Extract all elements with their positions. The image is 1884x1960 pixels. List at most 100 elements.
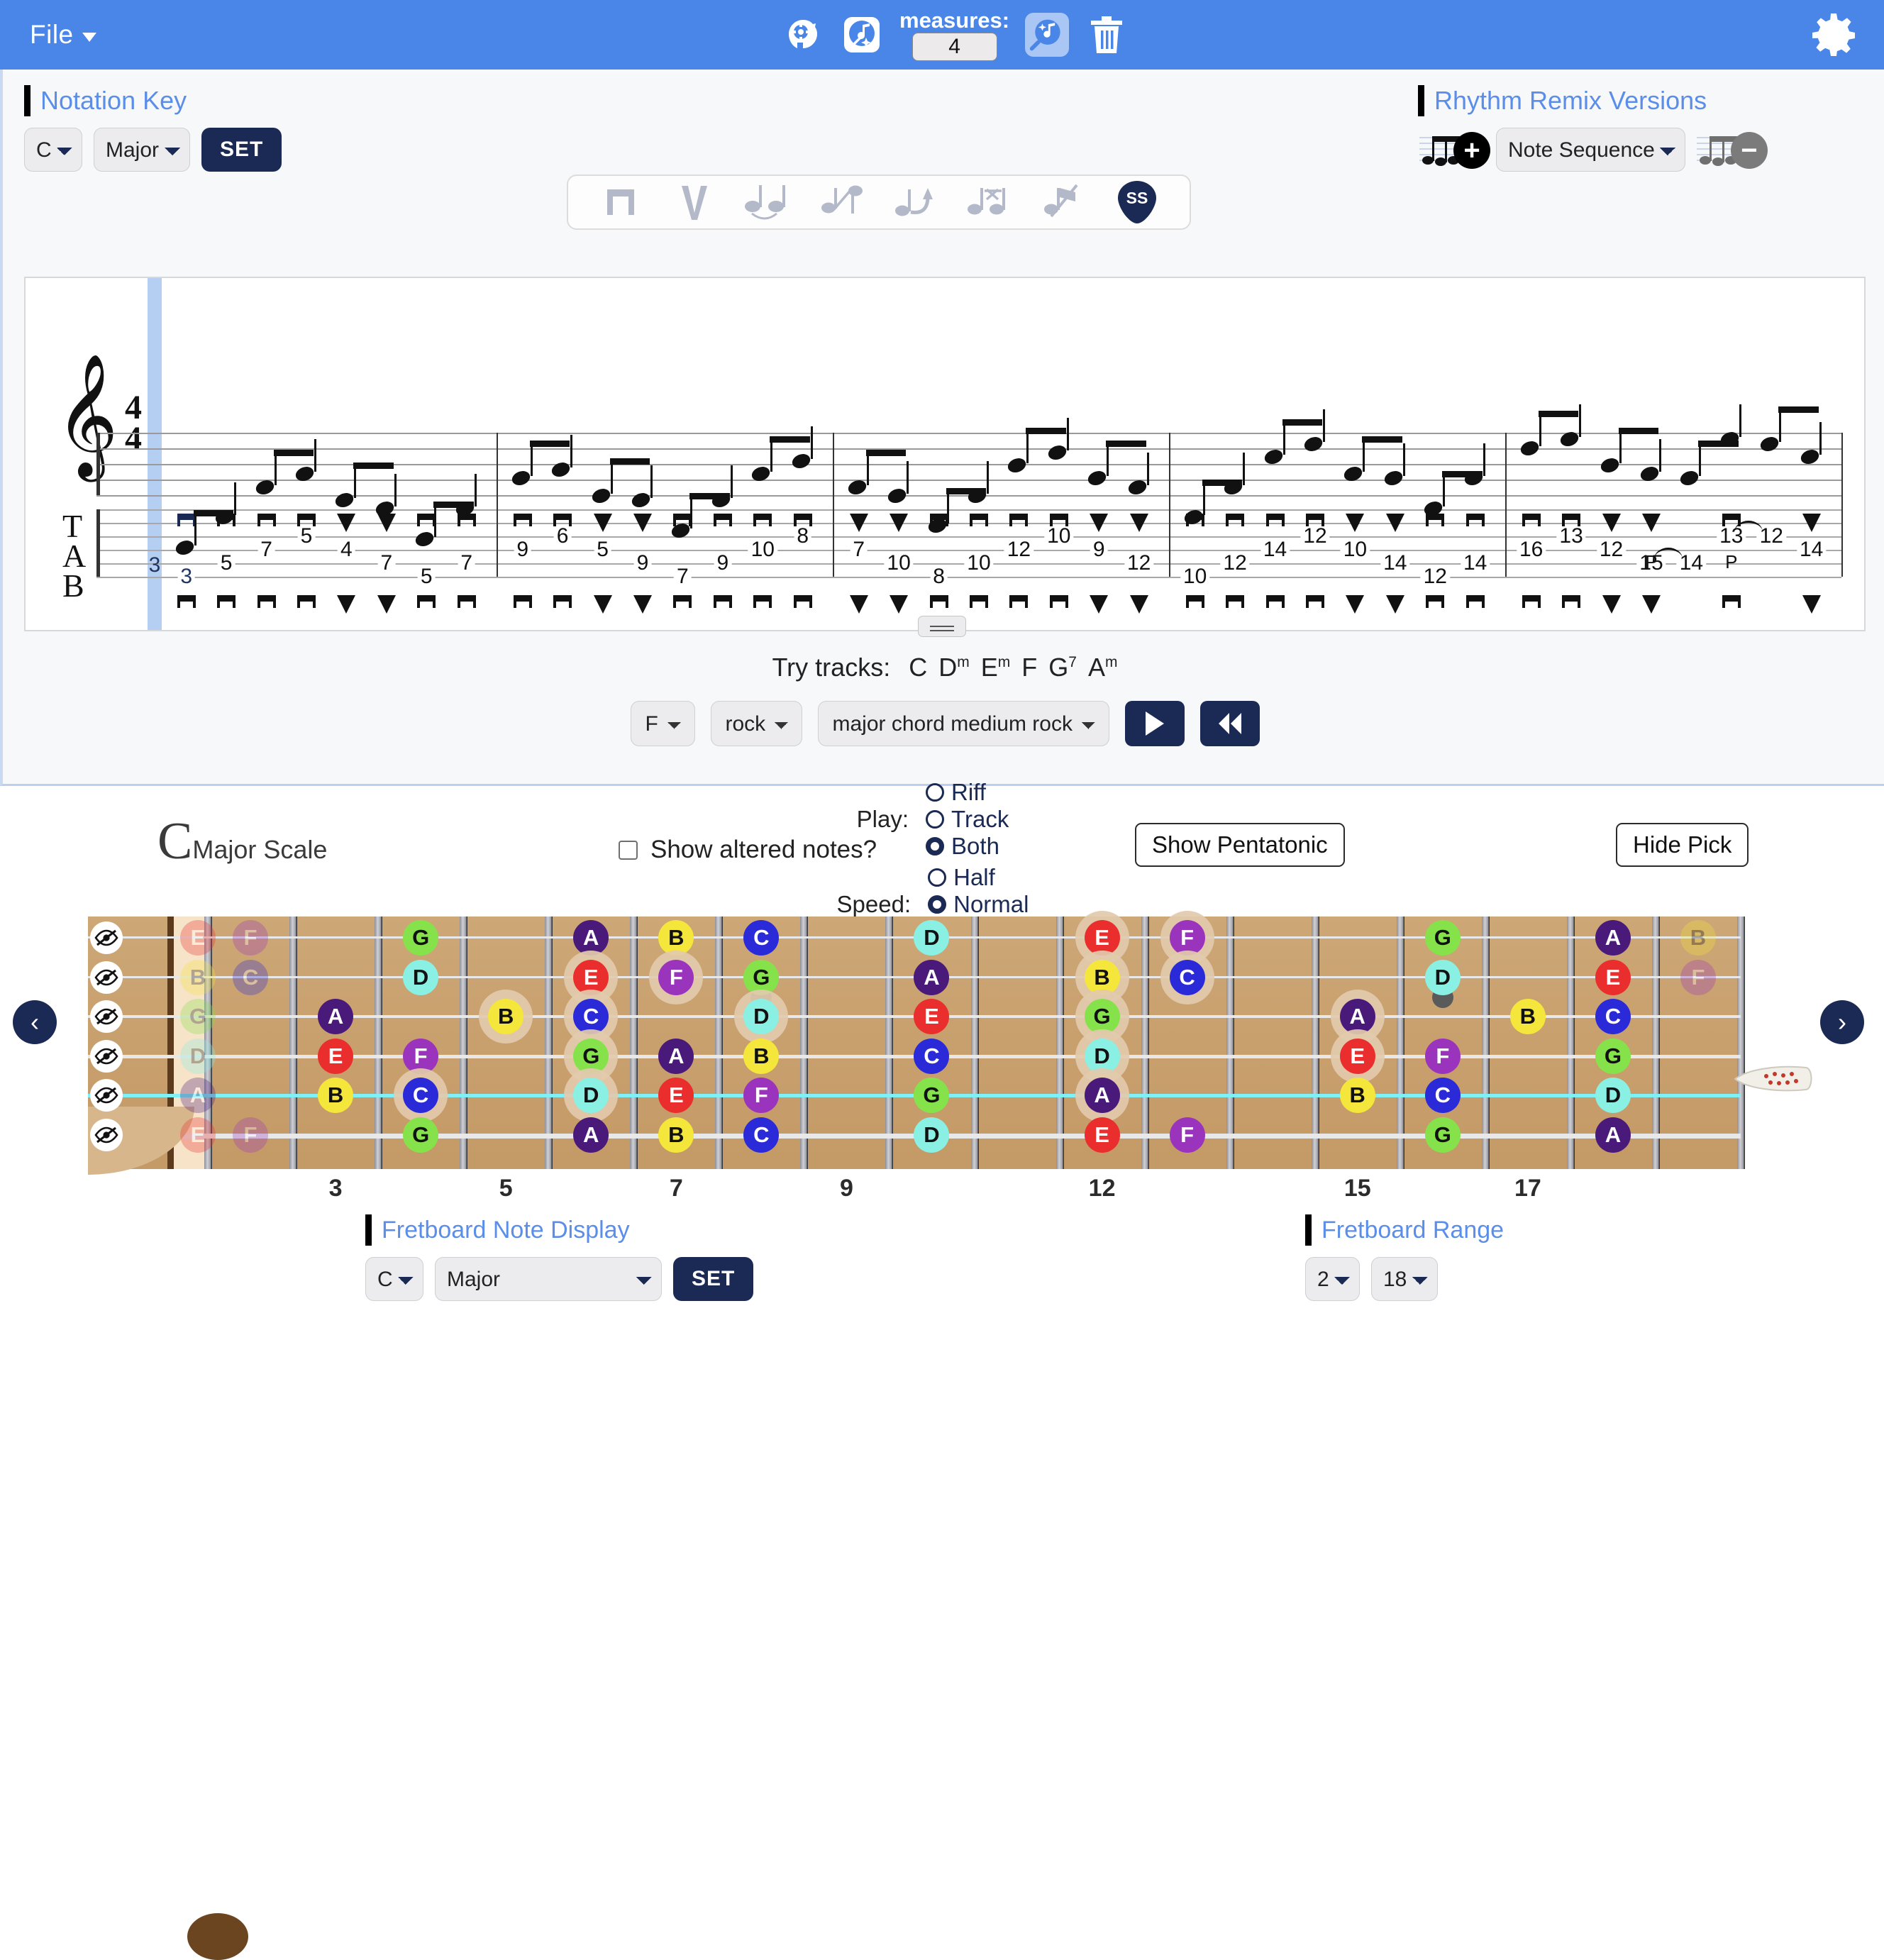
trash-icon[interactable] [1085,13,1129,57]
fret-note-A-s0-f18[interactable]: A [1595,920,1631,956]
tie-slur-icon[interactable] [742,180,794,224]
show-altered-notes-checkbox[interactable] [619,840,638,860]
fret-note-B-s4-f3[interactable]: B [318,1078,354,1113]
downstroke-icon[interactable] [594,180,647,224]
tab-number[interactable]: 14 [1260,538,1290,562]
play-option-2[interactable]: Both [926,833,1009,860]
tab-number[interactable]: 5 [297,524,316,548]
tab-number[interactable]: 14 [1380,551,1410,575]
fret-note-G-s3-f6[interactable]: G [573,1038,609,1074]
rewind-button[interactable] [1199,701,1260,746]
magic-wand-music-icon[interactable] [840,13,884,57]
radio-icon[interactable] [928,895,947,914]
fret-note-D-s1-f4[interactable]: D [403,959,439,995]
fret-note-B-s2-f5[interactable]: B [488,999,524,1034]
fret-note-B-s5-f7[interactable]: B [658,1117,694,1153]
fret-note-E-s0-f12[interactable]: E [1084,920,1120,956]
tab-number[interactable]: 12 [1596,538,1627,562]
play-option-0[interactable]: Riff [926,779,1009,806]
fret-note-D-s2-f8[interactable]: D [743,999,780,1034]
tab-number[interactable]: 4 [338,538,355,562]
tab-number[interactable]: 10 [1044,524,1074,548]
fret-note-A-s2-f15[interactable]: A [1339,999,1375,1034]
tab-number[interactable]: 5 [217,551,236,575]
fret-note-A-s3-f7[interactable]: A [658,1038,694,1074]
fret-note-A-s5-f18[interactable]: A [1595,1117,1631,1153]
fret-note-F-s1-f7[interactable]: F [658,959,694,995]
tab-number[interactable]: 7 [377,551,396,575]
tab-number[interactable]: 9 [514,538,532,562]
string-mute-toggle-2[interactable] [90,1000,123,1033]
fret-note-F-s5-f2[interactable]: F [233,1117,269,1153]
fret-note-A-s5-f6[interactable]: A [573,1117,609,1153]
tab-number[interactable]: 9 [714,551,732,575]
fret-note-E-s1-f18[interactable]: E [1595,959,1631,995]
fret-note-D-s0-f10[interactable]: D [914,920,950,956]
fret-note-E-s3-f3[interactable]: E [318,1038,354,1074]
fret-note-F-s0-f13[interactable]: F [1169,920,1205,956]
add-remix-version-button[interactable]: + [1418,129,1490,170]
fret-note-F-s1-f19[interactable]: F [1680,959,1716,995]
fret-note-G-s2-f1[interactable]: G [180,999,216,1034]
fret-note-G-s4-f10[interactable]: G [914,1078,950,1113]
show-pentatonic-button[interactable]: Show Pentatonic [1135,823,1345,867]
fret-note-C-s1-f2[interactable]: C [233,959,269,995]
chord-link[interactable]: Em [981,653,1011,682]
tab-number[interactable]: 3 [177,565,196,589]
string-mute-toggle-0[interactable] [90,921,123,954]
fret-note-D-s3-f12[interactable]: D [1084,1038,1120,1074]
string-mute-toggle-1[interactable] [90,960,123,994]
chord-link[interactable]: G7 [1048,653,1077,682]
tab-number[interactable]: 12 [1124,551,1154,575]
fret-note-G-s0-f16[interactable]: G [1424,920,1461,956]
tab-number[interactable]: 10 [964,551,994,575]
measures-input[interactable] [911,32,997,61]
fret-note-F-s0-f2[interactable]: F [233,920,269,956]
playback-genre-select[interactable]: rock [710,701,802,746]
speed-option-0[interactable]: Half [928,864,1029,891]
play-option-1[interactable]: Track [926,806,1009,833]
tab-number[interactable]: 10 [748,538,777,562]
fret-note-B-s0-f19[interactable]: B [1680,920,1716,956]
fret-note-C-s2-f18[interactable]: C [1595,999,1631,1034]
chord-link[interactable]: C [909,653,927,682]
music-search-icon[interactable] [1025,13,1070,57]
tab-number[interactable]: 10 [1180,565,1210,589]
fret-note-G-s3-f18[interactable]: G [1595,1038,1631,1074]
fret-note-C-s1-f13[interactable]: C [1169,959,1205,995]
string-mute-toggle-4[interactable] [90,1079,123,1112]
remix-version-select[interactable]: Note Sequence [1496,128,1685,172]
tab-number[interactable]: 8 [794,524,812,548]
fret-note-B-s2-f17[interactable]: B [1509,999,1546,1034]
tab-number[interactable]: 5 [417,565,436,589]
tab-number[interactable]: 7 [850,538,868,562]
fret-note-E-s5-f12[interactable]: E [1084,1117,1120,1153]
fret-note-G-s2-f12[interactable]: G [1084,999,1120,1034]
tab-number[interactable]: 14 [1460,551,1490,575]
fret-note-F-s5-f13[interactable]: F [1169,1117,1205,1153]
fret-note-B-s4-f15[interactable]: B [1339,1078,1375,1113]
playhead-cursor[interactable] [148,278,162,630]
settings-gear-icon[interactable] [1810,11,1857,58]
fret-note-C-s5-f8[interactable]: C [743,1117,780,1153]
fret-note-D-s4-f18[interactable]: D [1595,1078,1631,1113]
fret-note-A-s0-f6[interactable]: A [573,920,609,956]
mute-x-icon[interactable] [963,180,1016,224]
tab-number[interactable]: 9 [1090,538,1108,562]
tab-number[interactable]: 9 [633,551,652,575]
show-altered-notes-control[interactable]: Show altered notes? [619,836,877,864]
fret-note-E-s0-f1[interactable]: E [180,920,216,956]
guitar-pick-icon[interactable] [1732,1063,1814,1095]
fretboard[interactable]: EBGDAEFCFAEBGDFCGBAECGDABFAEBCGDBFCDAECG… [88,917,1745,1960]
tab-number[interactable]: 6 [553,524,572,548]
fb-range-to-select[interactable]: 18 [1371,1257,1438,1301]
speed-option-1[interactable]: Normal [928,891,1029,918]
radio-icon[interactable] [926,810,945,829]
tab-number[interactable]: 12 [1220,551,1250,575]
notation-key-scale-select[interactable]: Major [94,128,190,172]
fret-note-B-s0-f7[interactable]: B [658,920,694,956]
tab-number[interactable]: 12 [1300,524,1330,548]
radio-icon[interactable] [926,837,945,856]
fb-display-root-select[interactable]: C [365,1257,423,1301]
fret-note-F-s3-f4[interactable]: F [403,1038,439,1074]
